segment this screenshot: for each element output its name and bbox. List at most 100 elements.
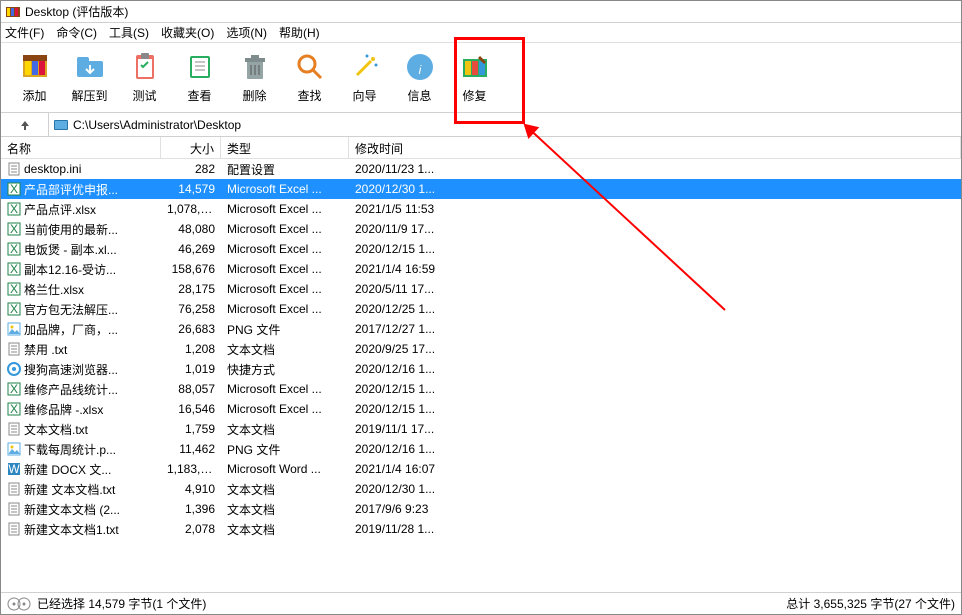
file-date: 2020/12/30 1... [349,480,961,498]
info-button[interactable]: i 信息 [392,46,447,110]
file-name: 维修品牌 -.xlsx [24,401,103,418]
file-size: 1,019 [161,360,221,378]
svg-text:X: X [10,242,18,256]
file-name: 禁用 .txt [24,341,67,358]
menu-help[interactable]: 帮助(H) [279,24,320,41]
file-row[interactable]: 下载每周统计.p...11,462PNG 文件2020/12/16 1... [1,439,961,459]
file-date: 2020/12/16 1... [349,440,961,458]
file-name: 新建 DOCX 文... [24,461,111,478]
file-type: 配置设置 [221,159,349,180]
file-name-cell: X当前使用的最新... [1,219,161,240]
file-icon: W [7,462,21,476]
wizard-label: 向导 [352,87,376,104]
file-row[interactable]: desktop.ini282配置设置2020/11/23 1... [1,159,961,179]
file-icon [7,522,21,536]
file-type: Microsoft Excel ... [221,240,349,258]
address-path: C:\Users\Administrator\Desktop [73,118,241,132]
search-icon [294,51,326,83]
file-type: PNG 文件 [221,439,349,460]
col-date[interactable]: 修改时间 [349,137,961,158]
file-name: 副本12.16-受访... [24,261,116,278]
file-name-cell: 新建文本文档1.txt [1,519,161,540]
menu-file[interactable]: 文件(F) [5,24,44,41]
up-button[interactable] [1,113,49,136]
file-name-cell: W 新建 DOCX 文... [1,459,161,480]
file-row[interactable]: X维修产品线统计...88,057Microsoft Excel ...2020… [1,379,961,399]
file-row[interactable]: 文本文档.txt1,759文本文档2019/11/1 17... [1,419,961,439]
address-field[interactable]: C:\Users\Administrator\Desktop [49,113,961,136]
menu-command[interactable]: 命令(C) [56,24,97,41]
file-type: Microsoft Excel ... [221,400,349,418]
file-date: 2020/12/15 1... [349,400,961,418]
menu-option[interactable]: 选项(N) [226,24,267,41]
file-row[interactable]: X维修品牌 -.xlsx16,546Microsoft Excel ...202… [1,399,961,419]
file-icon [7,342,21,356]
file-icon [7,162,21,176]
test-button[interactable]: 测试 [117,46,172,110]
file-type: Microsoft Excel ... [221,300,349,318]
file-row[interactable]: X格兰仕.xlsx28,175Microsoft Excel ...2020/5… [1,279,961,299]
file-row[interactable]: X官方包无法解压...76,258Microsoft Excel ...2020… [1,299,961,319]
file-row[interactable]: 搜狗高速浏览器...1,019快捷方式2020/12/16 1... [1,359,961,379]
svg-text:i: i [418,63,421,77]
repair-button[interactable]: 修复 [447,46,502,110]
menu-favorite[interactable]: 收藏夹(O) [161,24,214,41]
book-icon [184,51,216,83]
file-row[interactable]: 新建文本文档1.txt2,078文本文档2019/11/28 1... [1,519,961,539]
find-button[interactable]: 查找 [282,46,337,110]
file-row[interactable]: 新建 文本文档.txt4,910文本文档2020/12/30 1... [1,479,961,499]
file-row[interactable]: 新建文本文档 (2...1,396文本文档2017/9/6 9:23 [1,499,961,519]
file-size: 1,078,959 [161,200,221,218]
menu-bar: 文件(F) 命令(C) 工具(S) 收藏夹(O) 选项(N) 帮助(H) [1,23,961,43]
add-label: 添加 [22,87,46,104]
status-total: 总计 3,655,325 字节(27 个文件) [786,595,955,612]
file-row[interactable]: X副本12.16-受访...158,676Microsoft Excel ...… [1,259,961,279]
file-type: PNG 文件 [221,319,349,340]
file-name-cell: X 副本12.16-受访... [1,259,161,280]
file-date: 2020/12/15 1... [349,380,961,398]
file-row[interactable]: 加品牌，厂商，...26,683PNG 文件2017/12/27 1... [1,319,961,339]
file-icon [7,482,21,496]
file-list[interactable]: desktop.ini282配置设置2020/11/23 1...X产品部评优申… [1,159,961,592]
file-date: 2020/9/25 17... [349,340,961,358]
delete-button[interactable]: 删除 [227,46,282,110]
col-size[interactable]: 大小 [161,137,221,158]
file-name-cell: X格兰仕.xlsx [1,279,161,300]
file-row[interactable]: X产品点评.xlsx1,078,959Microsoft Excel ...20… [1,199,961,219]
file-date: 2019/11/1 17... [349,420,961,438]
find-label: 查找 [297,87,321,104]
file-size: 48,080 [161,220,221,238]
file-name: 当前使用的最新... [24,221,118,238]
file-size: 2,078 [161,520,221,538]
clipboard-icon [129,51,161,83]
file-row[interactable]: W新建 DOCX 文...1,183,677Microsoft Word ...… [1,459,961,479]
file-icon [7,322,21,336]
file-row[interactable]: 禁用 .txt1,208文本文档2020/9/25 17... [1,339,961,359]
add-button[interactable]: 添加 [7,46,62,110]
file-icon [7,442,21,456]
file-name: 加品牌，厂商，... [24,321,118,338]
address-bar: C:\Users\Administrator\Desktop [1,113,961,137]
col-type[interactable]: 类型 [221,137,349,158]
file-date: 2020/11/23 1... [349,160,961,178]
file-type: Microsoft Excel ... [221,280,349,298]
info-icon: i [404,51,436,83]
file-row[interactable]: X电饭煲 - 副本.xl...46,269Microsoft Excel ...… [1,239,961,259]
file-date: 2020/12/30 1... [349,180,961,198]
menu-tool[interactable]: 工具(S) [109,24,149,41]
test-label: 测试 [132,87,156,104]
disk-icon [7,597,31,611]
extract-button[interactable]: 解压到 [62,46,117,110]
file-date: 2017/9/6 9:23 [349,500,961,518]
file-icon: X [7,282,21,296]
svg-text:X: X [10,262,18,276]
svg-text:W: W [8,462,20,476]
wizard-button[interactable]: 向导 [337,46,392,110]
wand-icon [349,51,381,83]
file-row[interactable]: X产品部评优申报...14,579Microsoft Excel ...2020… [1,179,961,199]
file-row[interactable]: X当前使用的最新...48,080Microsoft Excel ...2020… [1,219,961,239]
delete-label: 删除 [242,87,266,104]
file-type: Microsoft Word ... [221,460,349,478]
col-name[interactable]: 名称 [1,137,161,158]
view-button[interactable]: 查看 [172,46,227,110]
